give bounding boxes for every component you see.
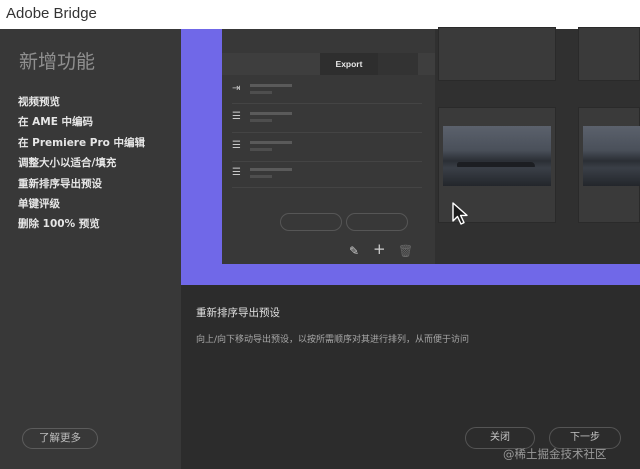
feature-item-delete-preview[interactable]: 删除 100% 预览 (18, 217, 145, 237)
mock-button-right (346, 213, 408, 231)
sidebar: 新增功能 视频预览 在 AME 中编码 在 Premiere Pro 中编辑 调… (0, 29, 181, 469)
landscape-photo (583, 126, 640, 186)
feature-title: 重新排序导出预设 (196, 307, 280, 319)
watermark: @稀土掘金技术社区 (503, 447, 607, 461)
feature-item-one-key-rating[interactable]: 单键评级 (18, 197, 145, 217)
mock-button-left (280, 213, 342, 231)
feature-item-edit-premiere[interactable]: 在 Premiere Pro 中编辑 (18, 136, 145, 156)
export-preset-row: ☰ (232, 109, 412, 127)
feature-preview: Export ⇥ ☰ ☰ ☰ ✎ + 🗑 (181, 27, 640, 285)
title-bar: Adobe Bridge (0, 0, 640, 29)
export-panel-mock: Export ⇥ ☰ ☰ ☰ ✎ + 🗑 (222, 29, 435, 264)
export-tab: Export (320, 53, 378, 75)
list-icon: ☰ (232, 140, 241, 151)
list-icon: ☰ (232, 167, 241, 178)
export-preset-row: ☰ (232, 138, 412, 156)
thumbnail-grid (435, 27, 640, 264)
feature-description: 向上/向下移动导出预设，以按所需顺序对其进行排列，从而便于访问 (196, 335, 470, 345)
thumbnail (578, 107, 640, 223)
feature-item-resize-fit[interactable]: 调整大小以适合/填充 (18, 156, 145, 176)
preview-mockup: Export ⇥ ☰ ☰ ☰ ✎ + 🗑 (222, 27, 640, 264)
learn-more-button[interactable]: 了解更多 (22, 428, 98, 449)
thumbnail (578, 27, 640, 81)
export-preset-row: ⇥ (232, 81, 412, 99)
pencil-icon: ✎ (349, 244, 360, 258)
thumbnail (438, 27, 556, 81)
list-icon: ☰ (232, 111, 241, 122)
sidebar-heading: 新增功能 (19, 51, 96, 73)
main-panel: Export ⇥ ☰ ☰ ☰ ✎ + 🗑 重新排序导出预设 向上/向下移动导出预… (181, 27, 640, 469)
export-preset-row: ☰ (232, 165, 412, 183)
landscape-photo (443, 126, 551, 186)
export-icon: ⇥ (232, 83, 241, 94)
trash-icon: 🗑 (398, 244, 414, 258)
feature-item-reorder-presets[interactable]: 重新排序导出预设 (18, 177, 145, 197)
feature-item-video-preview[interactable]: 视频预览 (18, 95, 145, 115)
plus-icon: + (373, 240, 386, 258)
feature-list: 视频预览 在 AME 中编码 在 Premiere Pro 中编辑 调整大小以适… (18, 95, 145, 238)
feature-item-encode-ame[interactable]: 在 AME 中编码 (18, 115, 145, 135)
window-title: Adobe Bridge (6, 5, 97, 22)
mouse-pointer-icon (452, 202, 468, 225)
